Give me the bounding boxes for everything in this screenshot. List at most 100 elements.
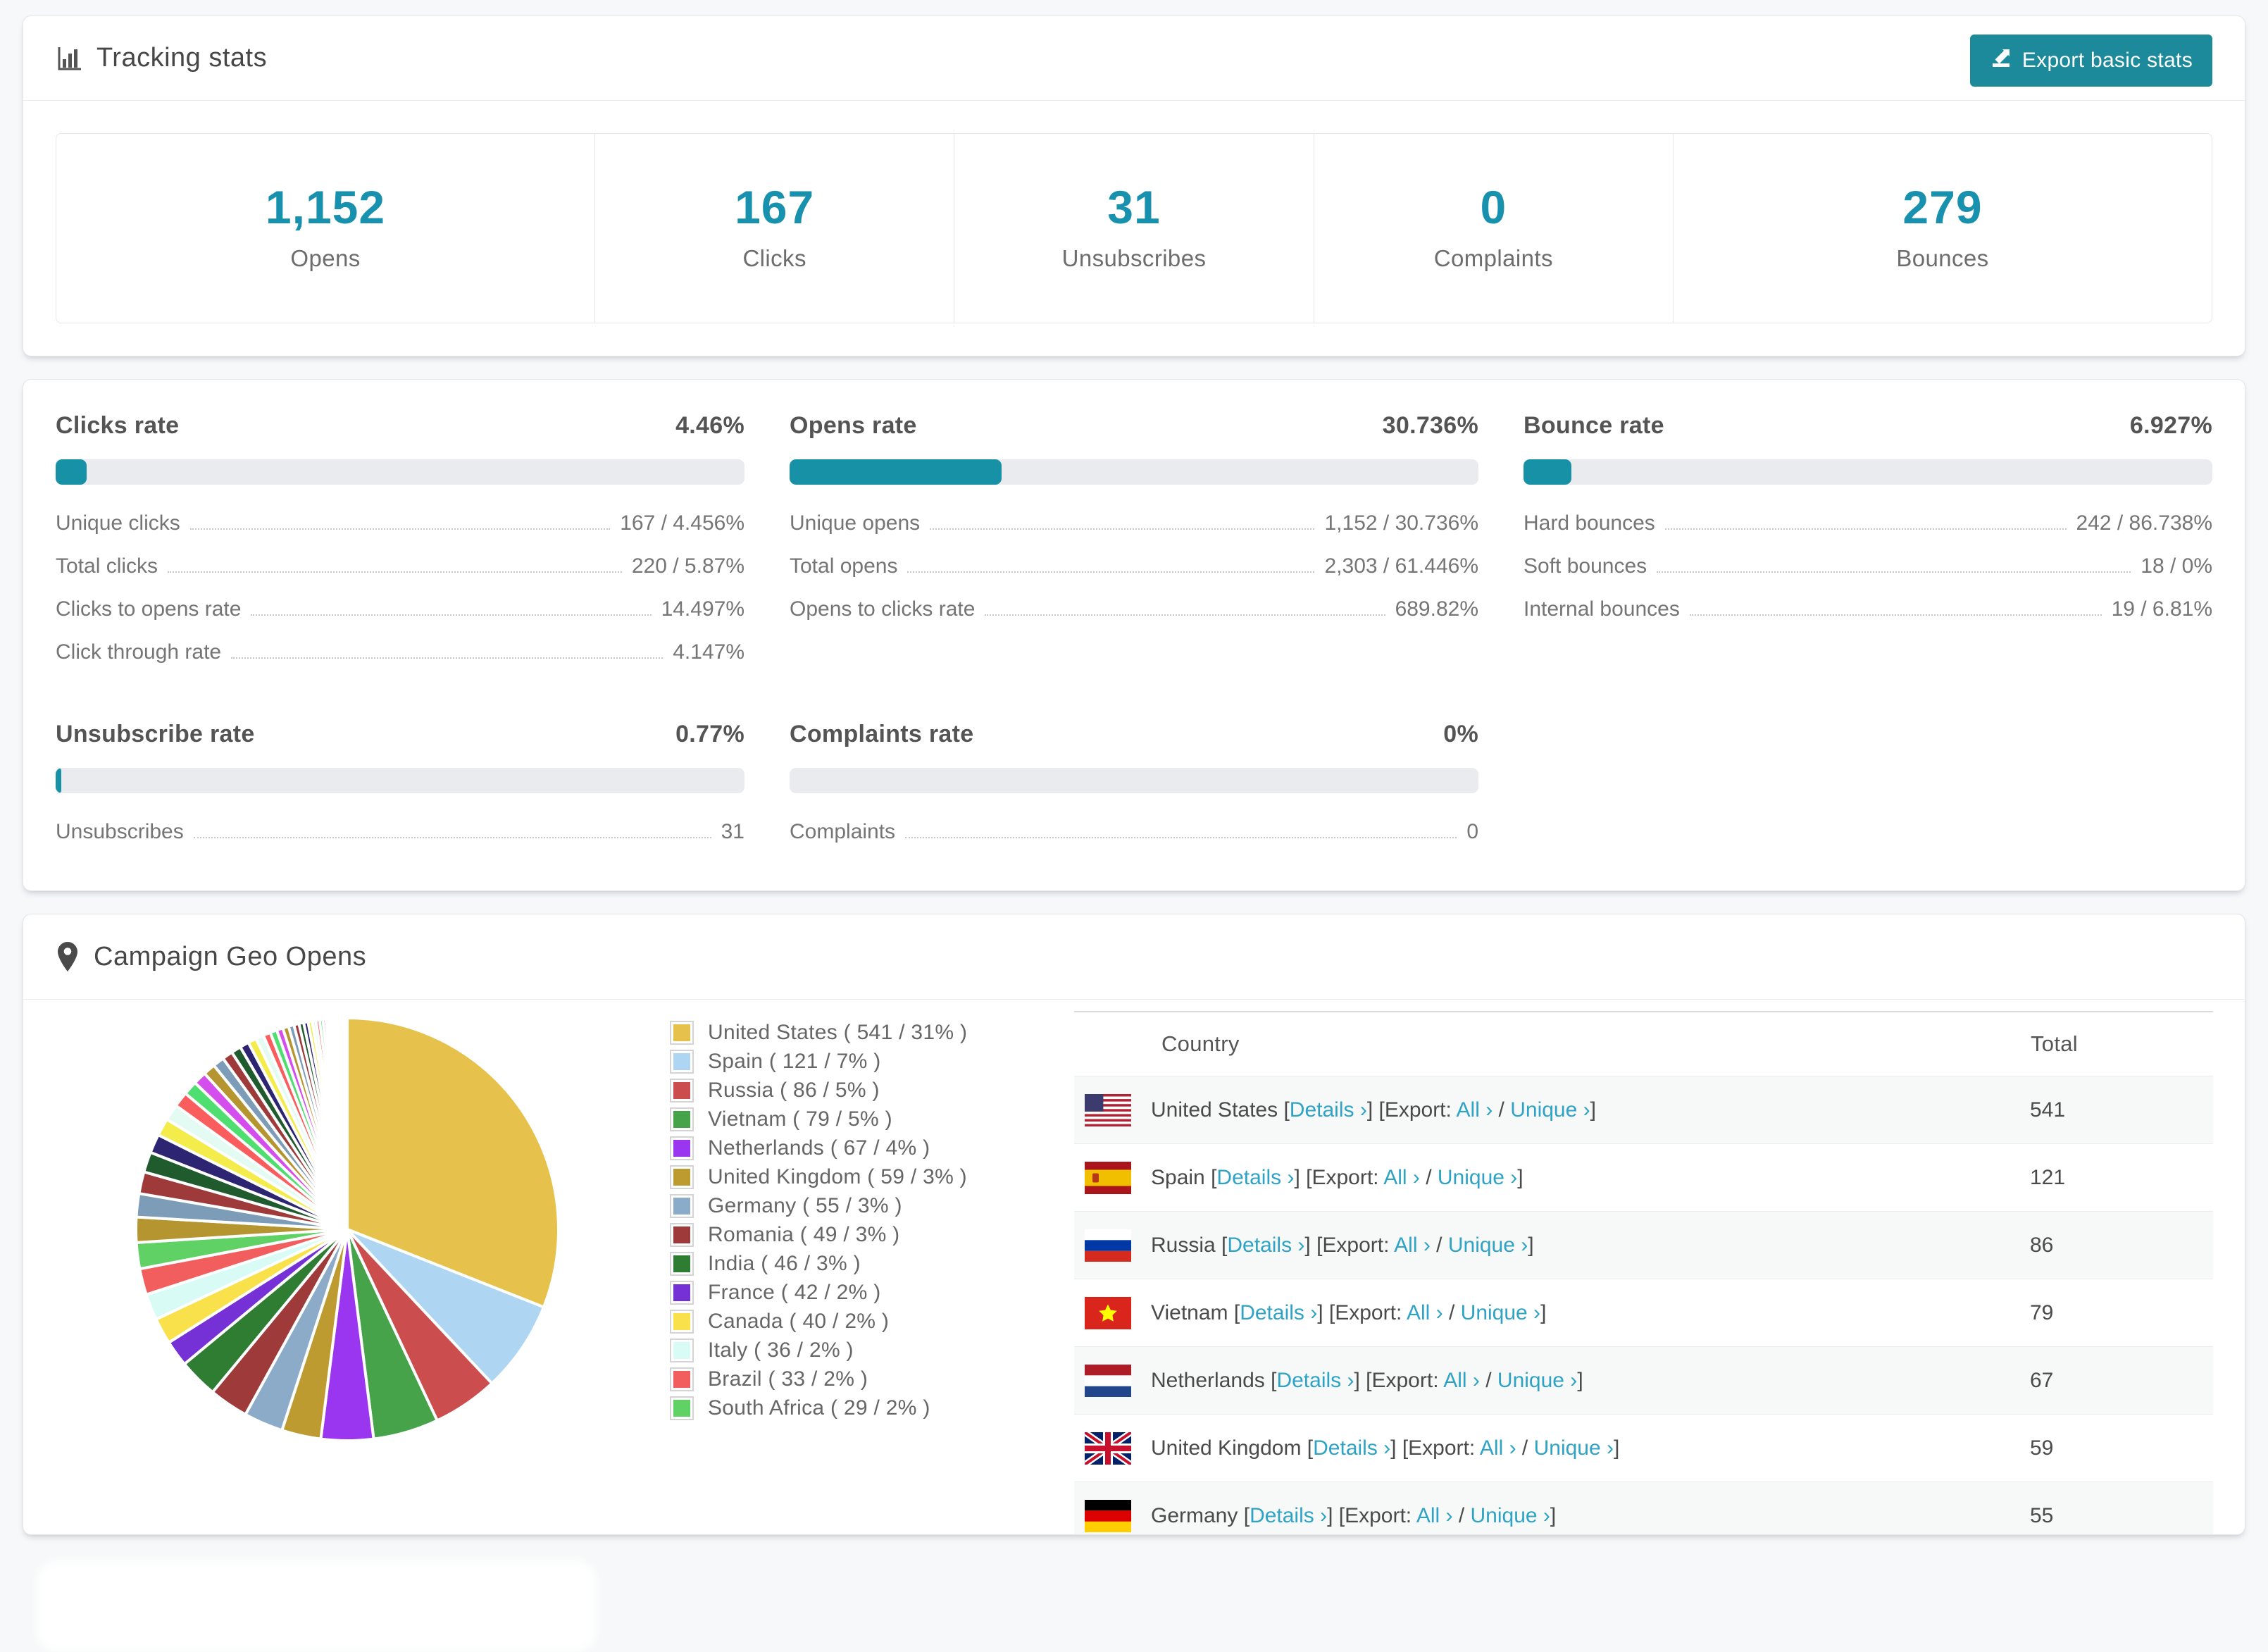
export-unique-link[interactable]: Unique › [1471,1504,1550,1527]
country-name: Vietnam [1151,1300,1234,1324]
legend-swatch [670,1396,694,1420]
details-link[interactable]: Details › [1276,1369,1354,1392]
rate-row: Total opens 2,303 / 61.446% [790,554,1478,578]
legend-label: Canada ( 40 / 2% ) [708,1309,890,1333]
export-all-link[interactable]: All › [1407,1301,1443,1324]
legend-swatch [670,1107,694,1131]
legend-swatch [670,1165,694,1189]
rate-row-value: 4.147% [673,640,744,664]
progress-bar-fill [1524,459,1571,485]
progress-bar [790,459,1478,485]
rate-row: Unique clicks 167 / 4.456% [56,511,744,535]
rates-card: Clicks rate 4.46% Unique clicks 167 / 4.456… [23,379,2245,891]
export-unique-link[interactable]: Unique › [1497,1369,1577,1392]
de-flag-icon [1085,1499,1131,1532]
tracking-stats-card: Tracking stats Export basic stats 1,152 O… [23,15,2245,356]
rate-row-label: Soft bounces [1524,554,1647,578]
export-all-link[interactable]: All › [1480,1436,1516,1460]
tracking-stats-header: Tracking stats Export basic stats [23,16,2245,101]
details-link[interactable]: Details › [1227,1234,1304,1257]
details-link[interactable]: Details › [1240,1301,1317,1324]
export-all-link[interactable]: All › [1383,1166,1420,1189]
legend-item: France ( 42 / 2% ) [670,1278,1009,1307]
legend-swatch [670,1136,694,1160]
legend-item: Russia ( 86 / 5% ) [670,1076,1009,1105]
bottom-left-overlay [37,1560,597,1652]
rate-row: Click through rate 4.147% [56,640,744,664]
country-cell-content: United States [Details ›] [Export: All ›… [1074,1093,2030,1126]
dotted-leader [985,614,1385,616]
rate-row: Soft bounces 18 / 0% [1524,554,2212,578]
progress-bar [790,768,1478,793]
dotted-leader [1664,528,2067,530]
legend-label: United States ( 541 / 31% ) [708,1020,968,1044]
rate-row-value: 689.82% [1395,597,1478,621]
legend-label: Germany ( 55 / 3% ) [708,1193,902,1217]
rate-row-label: Unique clicks [56,511,180,535]
country-links: United States [Details ›] [Export: All ›… [1151,1098,1596,1122]
rate-rows: Unique opens 1,152 / 30.736% Total opens 2,… [790,511,1478,621]
legend-swatch [670,1338,694,1362]
dotted-leader [907,571,1315,573]
rate-value: 0.77% [675,721,744,747]
pie-slice-other[interactable] [344,1017,349,1231]
table-row-nl: Netherlands [Details ›] [Export: All › /… [1074,1346,2213,1415]
rate-row: Internal bounces 19 / 6.81% [1524,597,2212,621]
details-link[interactable]: Details › [1313,1436,1390,1460]
export-unique-link[interactable]: Unique › [1534,1436,1614,1460]
export-all-link[interactable]: All › [1457,1098,1493,1122]
stat-label: Bounces [1896,245,1989,271]
table-row-es: Spain [Details ›] [Export: All › / Uniqu… [1074,1143,2213,1212]
rate-name: Opens rate [790,412,917,439]
details-link[interactable]: Details › [1216,1166,1294,1189]
rate-block-bounce-rate: Bounce rate 6.927% Hard bounces 242 / 86.73… [1524,412,2212,664]
stat-label: Clicks [742,245,806,271]
export-basic-stats-button[interactable]: Export basic stats [1969,35,2212,87]
export-all-link[interactable]: All › [1394,1234,1431,1257]
rate-rows: Complaints 0 [790,820,1478,844]
stat-unsubscribes: 31 Unsubscribes [954,134,1314,323]
details-link[interactable]: Details › [1250,1504,1327,1527]
country-links: Germany [Details ›] [Export: All › / Uni… [1151,1503,1557,1527]
legend-label: Brazil ( 33 / 2% ) [708,1367,868,1391]
table-row-vn: Vietnam [Details ›] [Export: All › / Uni… [1074,1279,2213,1347]
dotted-leader [189,528,611,530]
rate-name: Bounce rate [1524,412,1664,439]
rate-row-label: Click through rate [56,640,222,664]
legend-item: South Africa ( 29 / 2% ) [670,1393,1009,1422]
rate-head: Clicks rate 4.46% [56,412,744,440]
table-row-ru: Russia [Details ›] [Export: All › / Uniq… [1074,1211,2213,1279]
country-cell-content: United Kingdom [Details ›] [Export: All … [1074,1431,2030,1465]
rate-row-value: 31 [721,820,744,843]
legend-item: Vietnam ( 79 / 5% ) [670,1105,1009,1134]
rate-row-value: 167 / 4.456% [620,511,744,535]
rate-row: Unsubscribes 31 [56,820,744,844]
total-cell: 121 [2030,1165,2066,1189]
country-cell-content: Germany [Details ›] [Export: All › / Uni… [1074,1499,2030,1532]
progress-bar [56,768,744,793]
rate-rows: Unique clicks 167 / 4.456% Total clicks 220… [56,511,744,664]
rate-name: Unsubscribe rate [56,721,255,747]
country-cell: United Kingdom [Details ›] [Export: All … [1074,1415,2030,1482]
geo-opens-body: United States ( 541 / 31% ) Spain ( 121 /… [23,1000,2245,1535]
export-unique-link[interactable]: Unique › [1510,1098,1590,1122]
legend-label: India ( 46 / 3% ) [708,1251,861,1275]
export-all-link[interactable]: All › [1443,1369,1480,1392]
rates-grid: Clicks rate 4.46% Unique clicks 167 / 4.456… [56,412,2212,844]
legend-item: India ( 46 / 3% ) [670,1249,1009,1278]
country-cell: Russia [Details ›] [Export: All › / Uniq… [1074,1212,2030,1279]
country-cell: Germany [Details ›] [Export: All › / Uni… [1074,1482,2030,1535]
export-unique-link[interactable]: Unique › [1448,1234,1528,1257]
nl-flag-icon [1085,1364,1131,1397]
geo-opens-card: Campaign Geo Opens United States ( 541 /… [23,914,2245,1535]
details-link[interactable]: Details › [1290,1098,1367,1122]
rate-row: Opens to clicks rate 689.82% [790,597,1478,621]
rate-rows: Hard bounces 242 / 86.738% Soft bounces 18 … [1524,511,2212,621]
rate-value: 6.927% [2129,412,2212,439]
stat-label: Complaints [1433,245,1553,271]
export-all-link[interactable]: All › [1416,1504,1453,1527]
export-unique-link[interactable]: Unique › [1438,1166,1517,1189]
export-unique-link[interactable]: Unique › [1461,1301,1540,1324]
geo-opens-header: Campaign Geo Opens [23,914,2245,1000]
rate-name: Clicks rate [56,412,180,439]
